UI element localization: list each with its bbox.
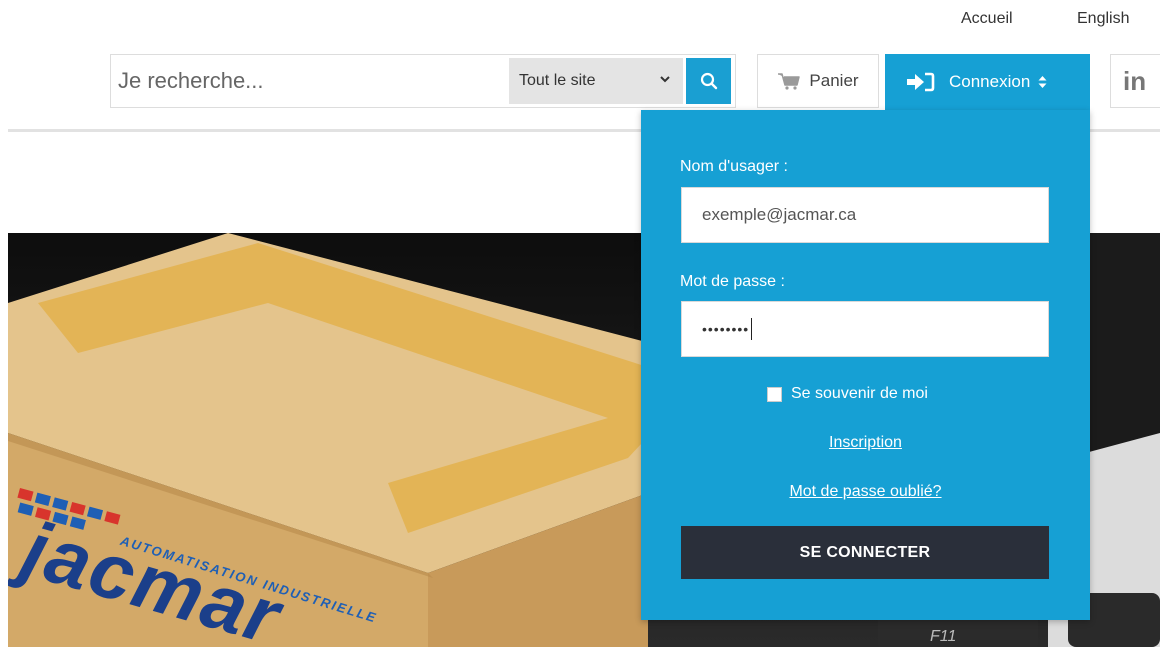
home-link[interactable]: Accueil <box>961 10 1013 28</box>
forgot-password-link[interactable]: Mot de passe oublié? <box>641 483 1090 501</box>
linkedin-button[interactable]: in <box>1110 54 1160 108</box>
top-links: Accueil English <box>0 0 1160 40</box>
sort-caret-icon <box>1038 76 1047 88</box>
linkedin-icon: in <box>1123 65 1147 96</box>
sign-in-icon <box>907 72 935 92</box>
username-label: Nom d'usager : <box>680 158 788 175</box>
checkbox-box[interactable] <box>767 386 782 402</box>
search-bar: Tout le site <box>110 54 736 108</box>
search-input[interactable] <box>111 55 505 107</box>
login-submit-label: SE CONNECTER <box>799 543 931 561</box>
remember-me-label: Se souvenir de moi <box>791 385 928 402</box>
password-label: Mot de passe : <box>680 273 785 290</box>
search-button[interactable] <box>686 58 731 104</box>
connexion-label: Connexion <box>949 72 1031 91</box>
register-link[interactable]: Inscription <box>641 434 1090 452</box>
login-submit-button[interactable]: SE CONNECTER <box>681 526 1049 579</box>
cart-label: Panier <box>809 71 859 90</box>
language-link[interactable]: English <box>1077 10 1129 28</box>
connexion-button[interactable]: Connexion <box>885 54 1090 110</box>
search-icon <box>700 72 717 90</box>
password-value: •••••••• <box>702 321 750 337</box>
chevron-down-icon <box>660 76 670 83</box>
search-scope-select[interactable]: Tout le site <box>509 58 683 104</box>
cart-icon <box>778 73 801 90</box>
search-scope-value: Tout le site <box>519 72 596 89</box>
remember-me-checkbox[interactable]: Se souvenir de moi <box>767 385 928 403</box>
username-value: exemple@jacmar.ca <box>702 205 857 224</box>
text-caret <box>751 318 753 340</box>
username-field[interactable]: exemple@jacmar.ca <box>681 187 1049 243</box>
password-field[interactable]: •••••••• <box>681 301 1049 357</box>
keyboard-key-label: F11 <box>930 628 957 645</box>
cart-button[interactable]: Panier <box>757 54 879 108</box>
login-dropdown: Nom d'usager : exemple@jacmar.ca Mot de … <box>641 110 1090 620</box>
